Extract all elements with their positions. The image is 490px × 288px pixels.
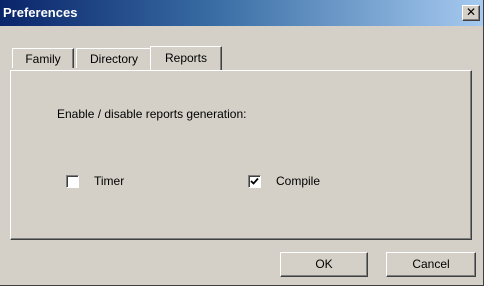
preferences-dialog: Preferences ✕ Family Directory Reports E… [0, 0, 484, 286]
timer-label[interactable]: Timer [94, 174, 124, 188]
tab-reports-label: Reports [164, 51, 208, 65]
close-button[interactable]: ✕ [462, 5, 480, 21]
tab-family-label: Family [25, 52, 61, 66]
reports-panel: Enable / disable reports generation: Tim… [10, 70, 472, 240]
title-bar[interactable]: Preferences ✕ [0, 0, 483, 26]
checkmark-icon [250, 177, 259, 185]
cancel-button[interactable]: Cancel [386, 252, 476, 277]
timer-checkbox[interactable] [66, 175, 79, 188]
dialog-title: Preferences [3, 5, 78, 20]
close-icon: ✕ [465, 5, 477, 19]
tab-directory[interactable]: Directory [76, 48, 152, 68]
compile-checkbox[interactable] [248, 175, 261, 188]
ok-button[interactable]: OK [280, 252, 368, 277]
compile-label[interactable]: Compile [276, 174, 320, 188]
tab-family[interactable]: Family [12, 48, 74, 68]
tab-directory-label: Directory [89, 52, 138, 66]
reports-heading: Enable / disable reports generation: [57, 107, 247, 121]
tab-reports[interactable]: Reports [150, 46, 222, 70]
